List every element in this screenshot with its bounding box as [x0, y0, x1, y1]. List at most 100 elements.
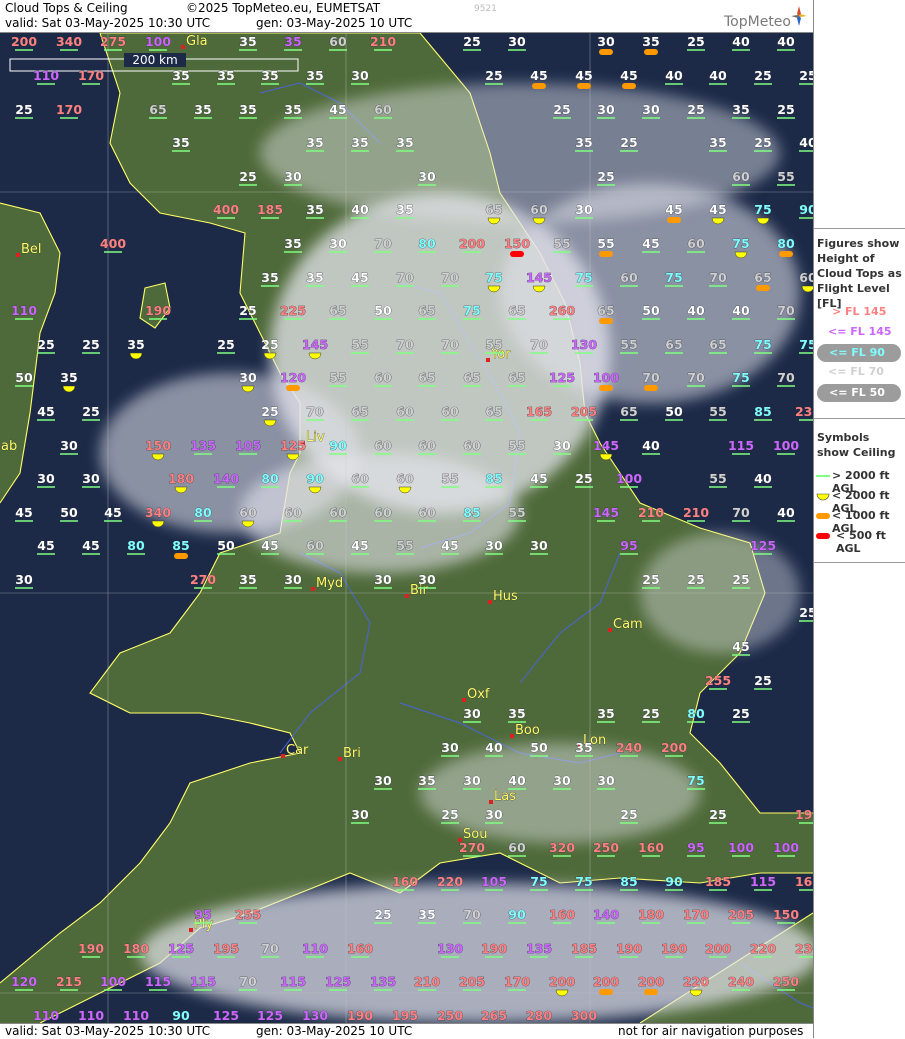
cloud-top-figure: 75	[463, 303, 481, 320]
flight-level-value: 60	[441, 404, 459, 419]
disclaimer: not for air navigation purposes	[618, 1024, 804, 1038]
flight-level-value: 265	[481, 1008, 507, 1023]
flight-level-value: 130	[302, 1008, 328, 1023]
flight-level-value: 50	[15, 370, 33, 385]
cloud-top-figure: 25	[463, 34, 481, 51]
flight-level-value: 300	[571, 1008, 597, 1023]
cloud-top-figure: 30	[284, 572, 302, 589]
cloud-top-figure: 210	[683, 505, 710, 522]
cloud-top-figure: 65	[485, 404, 503, 421]
flight-level-value: 110	[33, 1008, 59, 1023]
cloud-top-figure: 25	[754, 135, 772, 152]
cloud-top-figure: 60	[374, 370, 392, 387]
flight-level-value: 75	[754, 202, 771, 217]
city-label: ab	[1, 439, 17, 454]
city-dot	[608, 628, 612, 632]
cloud-top-figure: 45	[37, 538, 55, 555]
flight-level-value: 30	[553, 773, 571, 788]
cloud-top-figure: 25	[82, 404, 100, 421]
cloud-top-figure: 300	[571, 1008, 598, 1023]
cloud-top-figure: 30	[597, 102, 615, 119]
cloud-top-figure: 255	[705, 673, 731, 690]
cloud-top-figure: 160	[638, 840, 665, 857]
cloud-top-figure: 40	[777, 34, 795, 51]
city-dot	[181, 45, 185, 49]
flight-level-value: 25	[217, 337, 234, 352]
cloud-top-figure: 30	[485, 807, 503, 824]
cloud-top-figure: 55	[351, 337, 369, 354]
flight-level-value: 35	[306, 68, 323, 83]
cloud-top-figure: 25	[597, 169, 615, 186]
city-label: Oxf	[467, 687, 490, 702]
cloud-top-figure: 70	[709, 270, 727, 287]
city-label: Myd	[316, 576, 343, 591]
legend-symbols-title: Symbols show Ceiling	[817, 431, 896, 459]
flight-level-value: 70	[463, 907, 481, 922]
flight-level-value: 40	[777, 505, 795, 520]
flight-level-value: 270	[459, 840, 485, 855]
cloud-top-figure: 35	[709, 135, 727, 152]
flight-level-value: 35	[239, 34, 256, 49]
flight-level-value: 255	[705, 673, 731, 688]
footer-generated-time: gen: 03-May-2025 10 UTC	[256, 1024, 413, 1038]
cloud-top-figure: 200	[11, 34, 38, 51]
flight-level-value: 200	[459, 236, 485, 251]
cloud-top-figure: 200	[705, 941, 732, 958]
cloud-top-figure: 190	[78, 941, 105, 958]
flight-level-value: 45	[530, 471, 547, 486]
cloud-top-figure: 190	[347, 1008, 374, 1023]
cloud-top-figure: 25	[687, 572, 705, 589]
cloud-top-figure: 90	[508, 907, 526, 924]
city-las: Las	[489, 789, 517, 804]
flight-level-value: 60	[306, 538, 324, 553]
cloud-top-figure: 170	[56, 102, 83, 119]
flight-level-value: 150	[773, 907, 799, 922]
flight-level-value: 40	[485, 740, 503, 755]
cloud-top-figure: 205	[459, 974, 485, 991]
flight-level-value: 45	[37, 538, 54, 553]
flight-level-value: 160	[795, 874, 813, 889]
flight-level-value: 35	[172, 135, 189, 150]
cloud-top-figure: 125	[213, 1008, 240, 1023]
flight-level-value: 130	[571, 337, 597, 352]
flight-level-value: 250	[773, 974, 799, 989]
flight-level-value: 70	[441, 270, 459, 285]
flight-level-value: 165	[526, 404, 552, 419]
flight-level-value: 25	[597, 169, 614, 184]
flight-level-value: 205	[459, 974, 485, 989]
flight-level-value: 105	[235, 438, 261, 453]
flight-level-value: 400	[100, 236, 126, 251]
cloud-top-figure: 115	[190, 974, 216, 991]
flight-level-value: 85	[620, 874, 637, 889]
cloud-top-figure: 60	[508, 840, 526, 857]
flight-level-value: 180	[168, 471, 194, 486]
legend-divider	[814, 228, 905, 229]
flight-level-value: 30	[239, 370, 257, 385]
cloud-top-figure: 25	[37, 337, 55, 354]
cloud-top-figure: 95	[687, 840, 705, 857]
flight-level-value: 280	[526, 1008, 552, 1023]
cloud-top-figure: 35	[172, 68, 190, 85]
cloud-top-figure: 50	[217, 538, 235, 555]
brand-name[interactable]: TopMeteo	[724, 14, 791, 30]
cloud-top-figure: 35	[396, 135, 414, 152]
flight-level-value: 200	[593, 974, 619, 989]
cloud-top-figure: 40	[709, 68, 727, 85]
flight-level-value: 70	[396, 270, 414, 285]
flight-level-value: 90	[665, 874, 683, 889]
satellite-map[interactable]: 200 km Gla Bel Yor Liv Myd Bir Hus Cam Oxf Boo Lon…	[0, 33, 813, 1023]
cloud-top-figure: 75	[575, 874, 593, 891]
ceiling-orange-bar-symbol	[756, 285, 770, 291]
cloud-top-figure: 85	[754, 404, 772, 421]
flight-level-value: 70	[777, 370, 795, 385]
cloud-top-figure: 115	[728, 438, 754, 455]
cloud-top-figure: 25	[687, 102, 705, 119]
flight-level-value: 30	[553, 438, 571, 453]
flight-level-value: 70	[687, 370, 705, 385]
cloud-top-figure: 30	[553, 438, 571, 455]
cloud-top-figure: 115	[750, 874, 776, 891]
cloud-top-figure: 60	[441, 404, 459, 421]
flight-level-value: 340	[56, 34, 82, 49]
cloud-top-figure: 35	[575, 740, 593, 757]
map-canvas[interactable]: 200 km GlaBelYorLivMyd Bir HusCamOxfBooLon…	[0, 33, 813, 1023]
